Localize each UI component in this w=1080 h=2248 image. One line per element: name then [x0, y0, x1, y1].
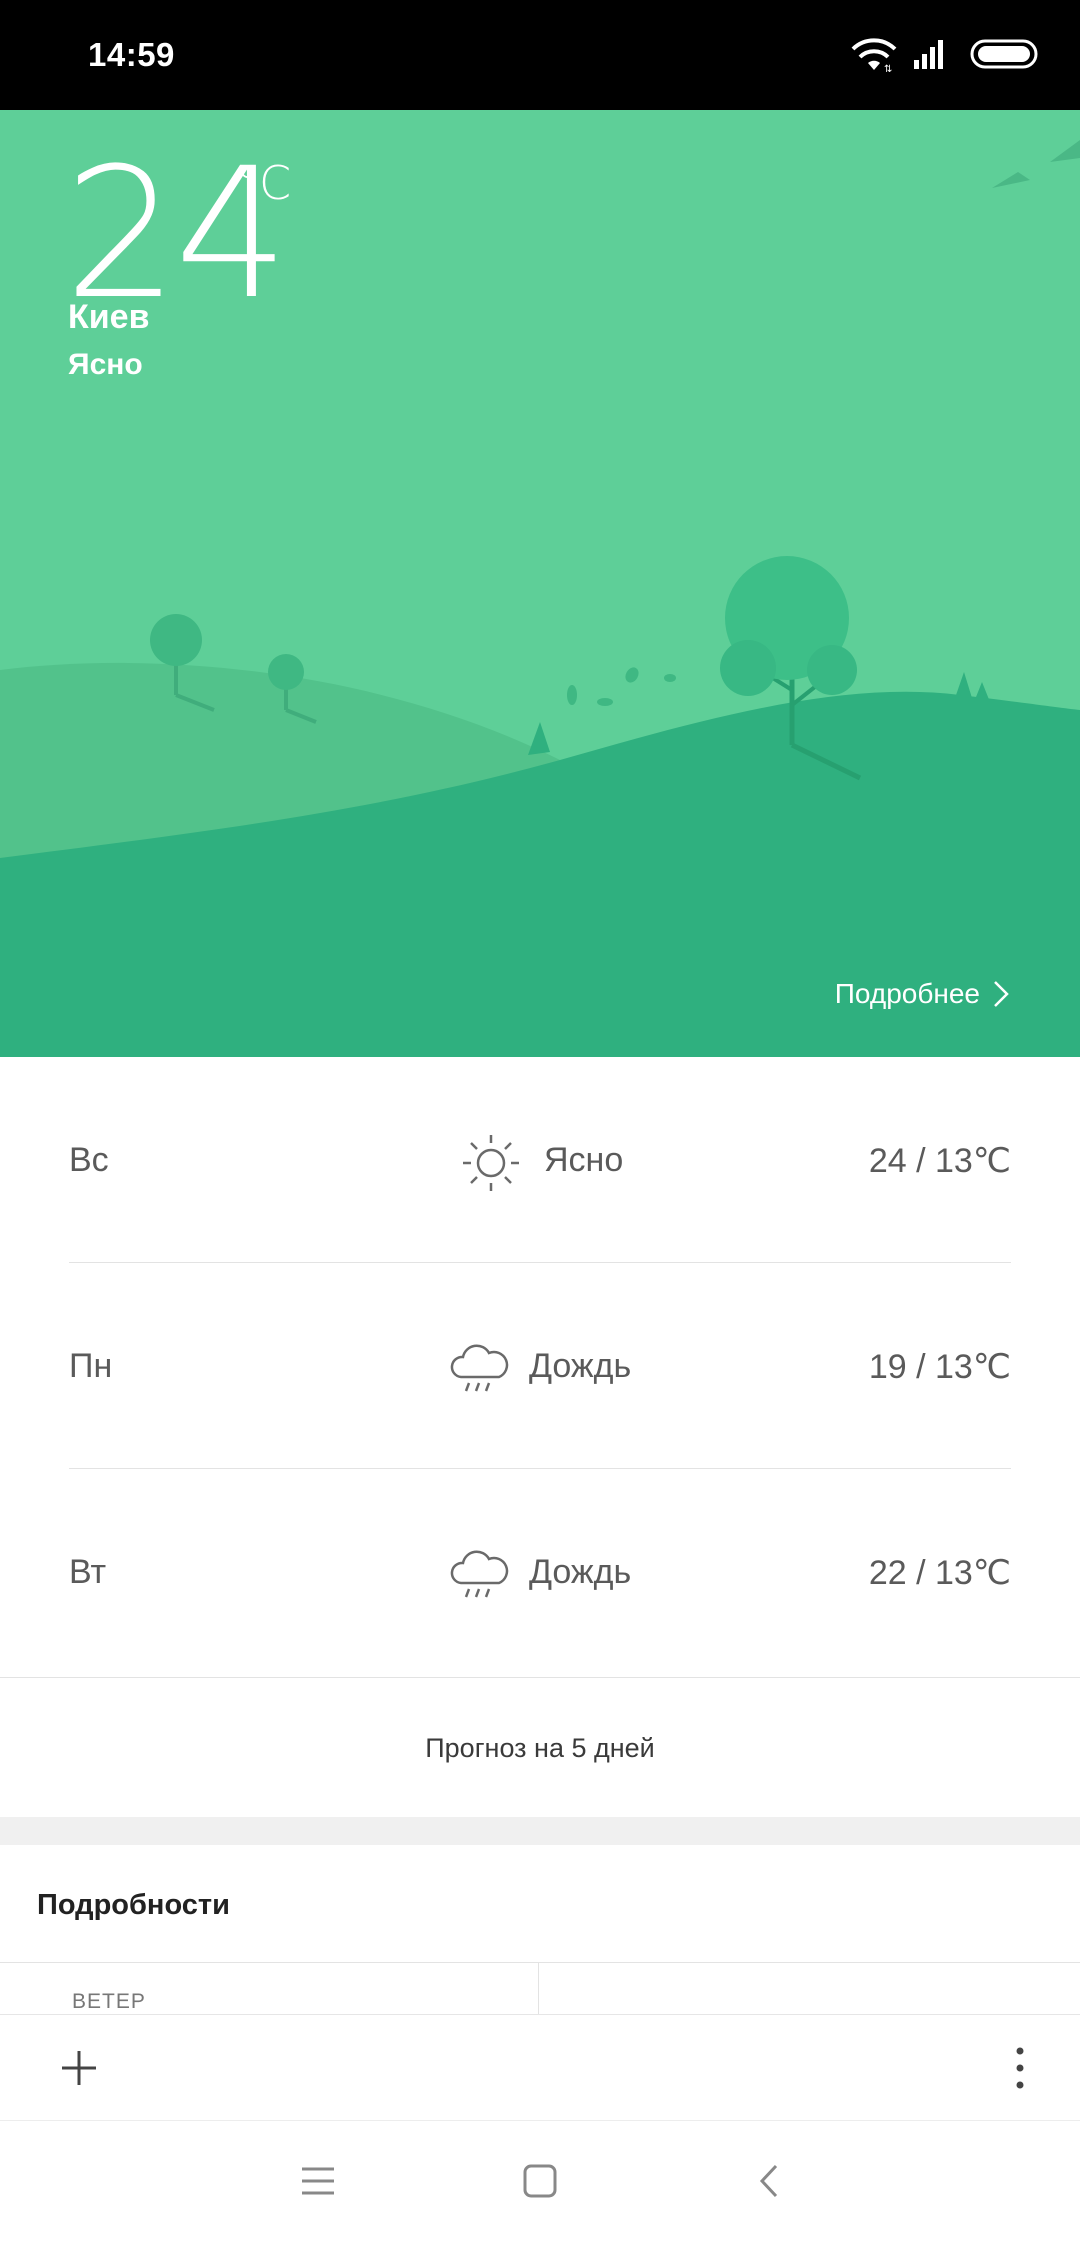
status-bar: 14:59 ⇅ [0, 0, 1080, 110]
home-icon[interactable] [522, 2163, 558, 2199]
forecast-condition: Ясно [544, 1141, 624, 1179]
weather-app: 14:59 ⇅ 24 °C Киев Ясно Подробнее Вс Ясн… [0, 0, 1080, 2248]
more-options-icon[interactable] [1010, 2045, 1030, 2091]
battery-icon [970, 39, 1038, 69]
current-condition: Ясно [68, 348, 143, 381]
forecast-temp: 24 / 13℃ [868, 1142, 1011, 1180]
svg-text:⇅: ⇅ [884, 64, 892, 74]
section-separator [0, 1817, 1080, 1845]
forecast-condition: Дождь [529, 1553, 632, 1591]
five-day-forecast-button[interactable]: Прогноз на 5 дней [0, 1677, 1080, 1817]
forecast-temp: 19 / 13℃ [868, 1348, 1011, 1386]
wifi-icon: ⇅ [851, 38, 897, 74]
back-icon[interactable] [752, 2163, 788, 2199]
system-navigation-bar [0, 2120, 1080, 2248]
current-weather-hero: 24 °C Киев Ясно Подробнее [0, 110, 1080, 1057]
divider [0, 1962, 1080, 1963]
details-link[interactable]: Подробнее [835, 978, 1010, 1010]
forecast-row[interactable]: Пн Дождь 19 / 13℃ [69, 1263, 1011, 1469]
forecast-row[interactable]: Вт Дождь 22 / 13℃ [69, 1469, 1011, 1675]
forecast-day: Вт [69, 1553, 107, 1591]
menu-icon[interactable] [300, 2163, 336, 2199]
chevron-right-icon [994, 981, 1009, 1007]
forecast-row[interactable]: Вс Ясно 24 / 13℃ [69, 1057, 1011, 1263]
details-title: Подробности [37, 1889, 230, 1921]
forecast-day: Вс [69, 1141, 109, 1179]
current-temperature: 24 °C [64, 145, 291, 325]
forecast-temp: 22 / 13℃ [868, 1554, 1011, 1592]
forecast-condition: Дождь [529, 1347, 632, 1385]
status-time: 14:59 [88, 36, 175, 73]
bottom-toolbar [0, 2014, 1080, 2120]
wind-label: ВЕТЕР [72, 1990, 146, 2013]
add-city-button[interactable] [56, 2045, 102, 2091]
forecast-day: Пн [69, 1347, 113, 1385]
rain-cloud-icon [450, 1550, 509, 1598]
forecast-list: Вс Ясно 24 / 13℃ Пн Дождь 19 / 13℃ Вт До… [0, 1057, 1080, 1675]
rain-cloud-icon [450, 1344, 509, 1392]
sun-icon [463, 1135, 519, 1191]
details-section: Подробности ВЕТЕР [0, 1845, 1080, 2023]
city-name: Киев [68, 298, 150, 336]
temperature-unit: °C [236, 156, 292, 210]
details-link-label: Подробнее [834, 978, 980, 1009]
signal-icon [914, 40, 943, 69]
